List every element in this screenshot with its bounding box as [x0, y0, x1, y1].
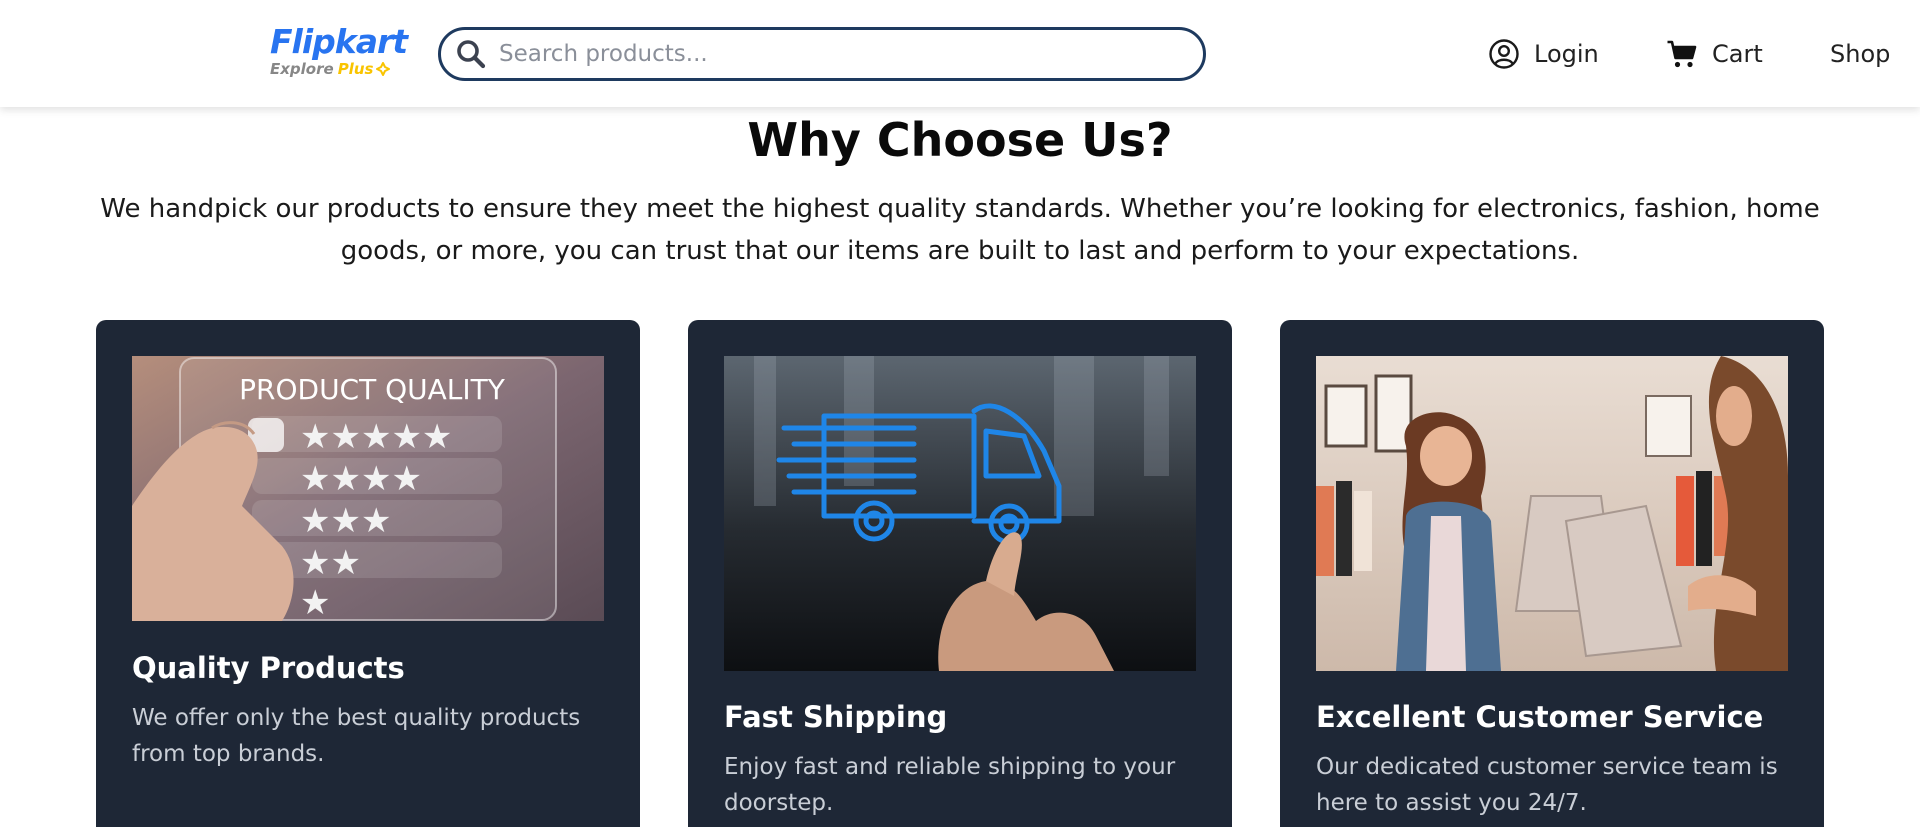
flipkart-logo[interactable]: Flipkart Explore Plus: [270, 22, 408, 84]
product-quality-caption: PRODUCT QUALITY: [239, 373, 506, 406]
svg-text:★: ★: [300, 583, 330, 621]
site-header: Flipkart Explore Plus Login: [0, 0, 1920, 107]
shopping-customers-image: [1316, 356, 1788, 671]
svg-text:★★★★: ★★★★: [300, 459, 422, 499]
feature-card-service: Excellent Customer Service Our dedicated…: [1280, 320, 1824, 827]
section-description: We handpick our products to ensure they …: [100, 194, 1820, 266]
feature-card-shipping: Fast Shipping Enjoy fast and reliable sh…: [688, 320, 1232, 827]
login-label: Login: [1534, 40, 1599, 68]
cart-icon: [1667, 40, 1697, 68]
section-title: Why Choose Us?: [747, 113, 1173, 167]
svg-text:★★: ★★: [300, 543, 361, 583]
logo-wordmark: Flipkart: [270, 22, 408, 61]
plus-sparkle-icon: [376, 62, 391, 76]
card-title: Fast Shipping: [724, 700, 948, 734]
card-text: Our dedicated customer service team is h…: [1316, 754, 1778, 816]
card-text: Enjoy fast and reliable shipping to your…: [724, 754, 1176, 816]
login-link[interactable]: Login: [1488, 34, 1599, 74]
search-input[interactable]: [499, 41, 1179, 67]
logo-tagline-plus: Plus: [337, 60, 374, 78]
svg-text:★★★: ★★★: [300, 501, 391, 541]
logo-tagline: Explore Plus: [270, 60, 400, 78]
product-quality-image: PRODUCT QUALITY ★★★★★ ★★★★ ★★★ ★★ ★: [132, 356, 604, 621]
feature-card-quality: PRODUCT QUALITY ★★★★★ ★★★★ ★★★ ★★ ★ Qual…: [96, 320, 640, 827]
delivery-truck-image: [724, 356, 1196, 671]
shop-link[interactable]: Shop: [1830, 34, 1890, 74]
card-title: Quality Products: [132, 651, 405, 685]
cart-label: Cart: [1712, 40, 1763, 68]
logo-tagline-explore: Explore: [270, 60, 334, 78]
card-title: Excellent Customer Service: [1316, 700, 1764, 734]
user-circle-icon: [1489, 39, 1519, 69]
svg-text:★★★★★: ★★★★★: [300, 417, 452, 457]
shop-label: Shop: [1830, 40, 1891, 68]
search-bar[interactable]: [438, 27, 1206, 81]
search-icon[interactable]: [455, 38, 487, 70]
card-text: We offer only the best quality products …: [132, 705, 581, 767]
cart-link[interactable]: Cart: [1666, 34, 1763, 74]
